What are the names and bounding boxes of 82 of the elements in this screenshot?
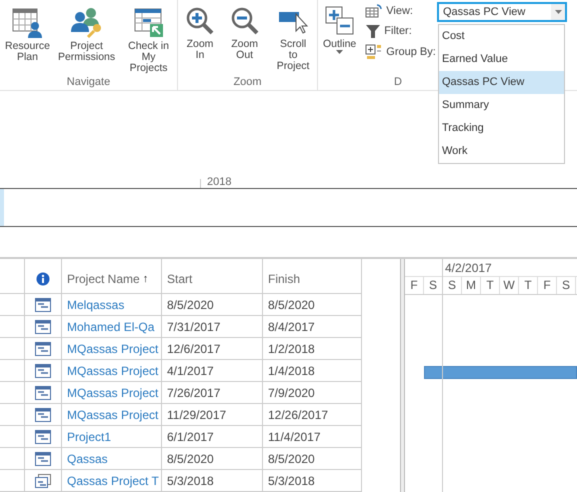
week-label: 4/2/2017	[445, 260, 492, 274]
project-link[interactable]: Melqassas	[67, 298, 124, 312]
zoom-in-icon	[185, 6, 215, 36]
table-cell: 8/5/2020	[167, 452, 214, 466]
project-icon	[35, 320, 51, 334]
table-cell: 7/26/2017	[167, 386, 220, 400]
day-label: T	[519, 277, 538, 294]
group-label: Zoom	[233, 76, 262, 88]
group-label: Navigate	[66, 76, 110, 88]
project-link[interactable]: MQassas Project	[67, 408, 158, 422]
dropdown-option[interactable]: Cost	[439, 25, 564, 48]
day-label: W	[500, 277, 519, 294]
table-cell: 5/3/2018	[268, 474, 315, 488]
project-icon	[35, 408, 51, 422]
view-select[interactable]: Qassas PC View	[437, 2, 567, 22]
ribbon-button[interactable]: Resource Plan	[2, 4, 53, 65]
day-label: F	[538, 277, 557, 294]
table-cell: 8/5/2020	[268, 452, 315, 466]
table-cell: 12/6/2017	[167, 342, 220, 356]
day-label: S	[424, 277, 443, 294]
caret-icon	[336, 50, 344, 54]
sort-indicator: ↑	[142, 272, 148, 284]
ribbon-button[interactable]: Project Permissions	[54, 4, 118, 65]
project-link[interactable]: Qassas Project T	[67, 474, 159, 488]
project-icon	[35, 386, 51, 400]
table-cell: 8/5/2020	[167, 298, 214, 312]
ribbon-field-label[interactable]: Filter:	[365, 24, 412, 38]
project-icon	[35, 364, 51, 378]
day-label: T	[481, 277, 500, 294]
table-cell: 11/4/2017	[268, 430, 320, 444]
day-label: S	[557, 277, 576, 294]
table-cell: 1/2/2018	[268, 342, 315, 356]
project-link[interactable]: Mohamed El-Qa	[67, 320, 154, 334]
filter-icon	[365, 24, 382, 38]
table-refresh-icon	[365, 4, 384, 18]
project-icon	[35, 342, 51, 356]
table-cell: 4/1/2017	[167, 364, 214, 378]
ribbon-button[interactable]: Scroll to Project	[269, 4, 317, 74]
group-label: D	[394, 76, 402, 88]
dropdown-option[interactable]: Work	[439, 140, 564, 163]
zoom-out-icon	[230, 6, 260, 36]
dropdown-option[interactable]: Summary	[439, 94, 564, 117]
project-icon	[35, 474, 51, 488]
project-link[interactable]: Qassas	[67, 452, 108, 466]
expand-collapse-icon	[324, 6, 355, 36]
ribbon-field-label[interactable]: Group By:	[365, 44, 436, 60]
calendar-person-icon	[11, 6, 44, 38]
ribbon-field-label[interactable]: View:	[365, 4, 413, 18]
day-label: M	[462, 277, 481, 294]
timeline-year: 2018	[207, 176, 232, 188]
project-icon	[35, 298, 51, 312]
dropdown-option[interactable]: Earned Value	[439, 48, 564, 71]
project-icon	[35, 430, 51, 444]
table-cell: 6/1/2017	[167, 430, 214, 444]
table-cell: 8/5/2020	[268, 298, 315, 312]
table-cell: 12/26/2017	[268, 408, 328, 422]
ribbon-button[interactable]: Zoom In	[180, 4, 220, 63]
ribbon-button[interactable]: Check in My Projects	[120, 4, 177, 76]
table-cell: 11/29/2017	[167, 408, 226, 422]
project-link[interactable]: MQassas Project	[67, 386, 158, 400]
group-icon	[365, 44, 384, 60]
info-icon	[36, 272, 50, 286]
table-cell: 8/4/2017	[268, 320, 315, 334]
project-link[interactable]: Project1	[67, 430, 112, 444]
table-arrow-icon	[132, 6, 165, 38]
column-header[interactable]: Project Name	[67, 272, 140, 286]
table-cell: 7/31/2017	[167, 320, 220, 334]
column-header[interactable]: Finish	[268, 272, 300, 286]
table-cell: 7/9/2020	[268, 386, 315, 400]
project-link[interactable]: MQassas Project	[67, 342, 158, 356]
table-cell: 5/3/2018	[167, 474, 214, 488]
project-icon	[35, 452, 51, 466]
ribbon-button[interactable]: Zoom Out	[222, 4, 268, 63]
project-link[interactable]: MQassas Project	[67, 364, 158, 378]
column-header[interactable]: Start	[167, 272, 192, 286]
day-label: F	[405, 277, 424, 294]
table-cell: 1/4/2018	[268, 364, 315, 378]
dropdown-option[interactable]: Qassas PC View	[439, 71, 564, 94]
outline-button[interactable]: Outline	[320, 4, 360, 56]
dropdown-option[interactable]: Tracking	[439, 117, 564, 140]
caret-icon	[554, 10, 562, 14]
day-label: S	[443, 277, 462, 294]
